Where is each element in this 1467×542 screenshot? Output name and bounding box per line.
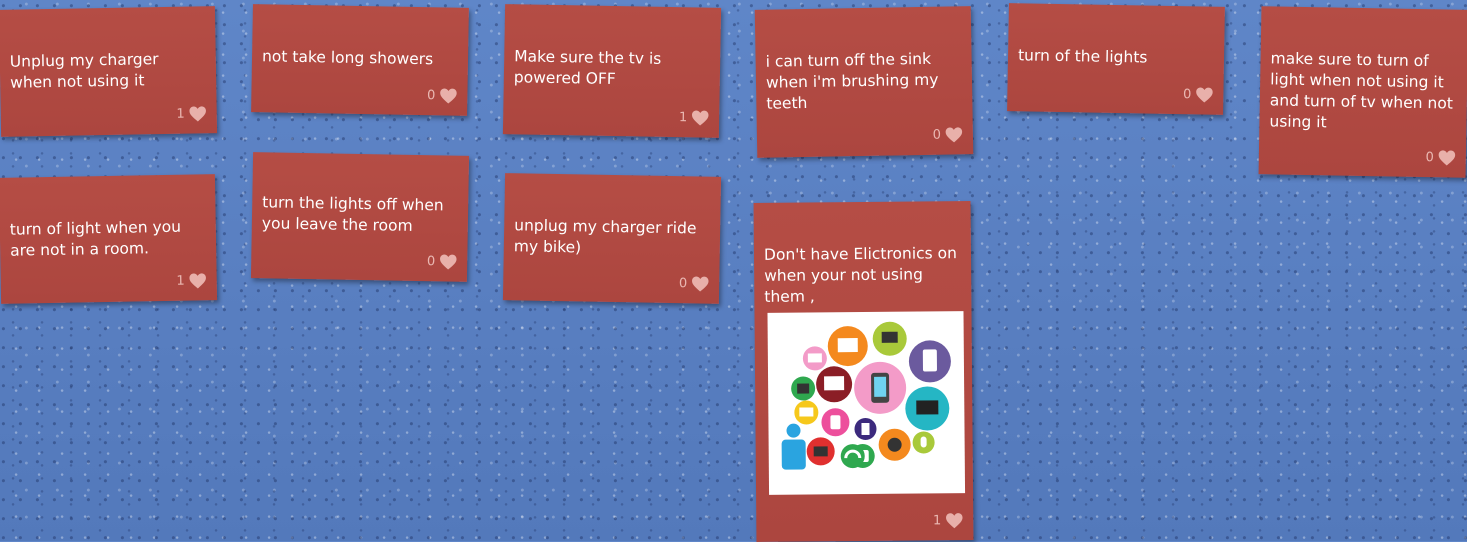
post-text: not take long showers: [261, 47, 434, 69]
heart-icon: [189, 273, 206, 289]
electronics-image[interactable]: [767, 311, 966, 495]
heart-icon: [946, 513, 963, 529]
post-text: turn the lights off when you leave the r…: [261, 193, 444, 235]
heart-icon: [1196, 87, 1213, 103]
like-button[interactable]: 0: [1425, 147, 1456, 169]
heart-icon: [440, 254, 457, 270]
like-button[interactable]: 1: [933, 510, 963, 531]
like-count: 0: [678, 276, 688, 292]
post-text: turn of light when you are not in a room…: [9, 217, 182, 260]
post-card[interactable]: not take long showers 0: [251, 4, 469, 116]
like-button[interactable]: 0: [679, 273, 710, 295]
like-count: 0: [426, 254, 436, 270]
electronics-devices-illustration: [781, 321, 951, 470]
post-card[interactable]: Make sure the tv is powered OFF 1: [502, 4, 722, 138]
like-button[interactable]: 0: [1183, 84, 1214, 106]
post-text: i can turn off the sink when i'm brushin…: [765, 49, 939, 113]
like-button[interactable]: 1: [176, 270, 207, 292]
padlet-board: Unplug my charger when not using it 1 no…: [0, 0, 1467, 542]
post-card[interactable]: unplug my charger ride my bike) 0: [502, 173, 722, 304]
post-text: turn of the lights: [1017, 46, 1148, 67]
like-count: 1: [678, 110, 688, 126]
post-text: Unplug my charger when not using it: [9, 50, 159, 92]
like-button[interactable]: 1: [679, 107, 710, 129]
like-count: 1: [932, 513, 942, 529]
like-button[interactable]: 0: [932, 124, 963, 146]
like-count: 0: [1425, 150, 1434, 166]
like-button[interactable]: 1: [176, 103, 207, 125]
post-card[interactable]: turn of light when you are not in a room…: [0, 174, 218, 304]
like-count: 0: [1182, 87, 1192, 103]
post-card[interactable]: i can turn off the sink when i'm brushin…: [754, 6, 974, 158]
heart-icon: [692, 276, 709, 292]
heart-icon: [440, 88, 457, 104]
heart-icon: [189, 106, 206, 122]
heart-icon: [945, 127, 963, 143]
like-count: 1: [176, 106, 185, 122]
post-text: Don't have Elictronics on when your not …: [763, 244, 958, 306]
post-text: unplug my charger ride my bike): [513, 216, 697, 257]
like-count: 0: [426, 88, 436, 104]
post-text: Make sure the tv is powered OFF: [513, 47, 662, 89]
post-card[interactable]: make sure to turn of light when not usin…: [1258, 6, 1467, 178]
post-text: make sure to turn of light when not usin…: [1269, 49, 1454, 132]
post-card[interactable]: Unplug my charger when not using it 1: [0, 6, 218, 137]
like-count: 1: [176, 273, 185, 289]
like-button[interactable]: 0: [427, 251, 458, 273]
post-card[interactable]: Don't have Elictronics on when your not …: [753, 201, 974, 542]
heart-icon: [691, 110, 709, 126]
like-count: 0: [932, 127, 942, 143]
heart-icon: [1438, 150, 1456, 166]
post-card[interactable]: turn the lights off when you leave the r…: [250, 152, 470, 282]
post-card[interactable]: turn of the lights 0: [1007, 3, 1225, 115]
like-button[interactable]: 0: [427, 85, 458, 107]
